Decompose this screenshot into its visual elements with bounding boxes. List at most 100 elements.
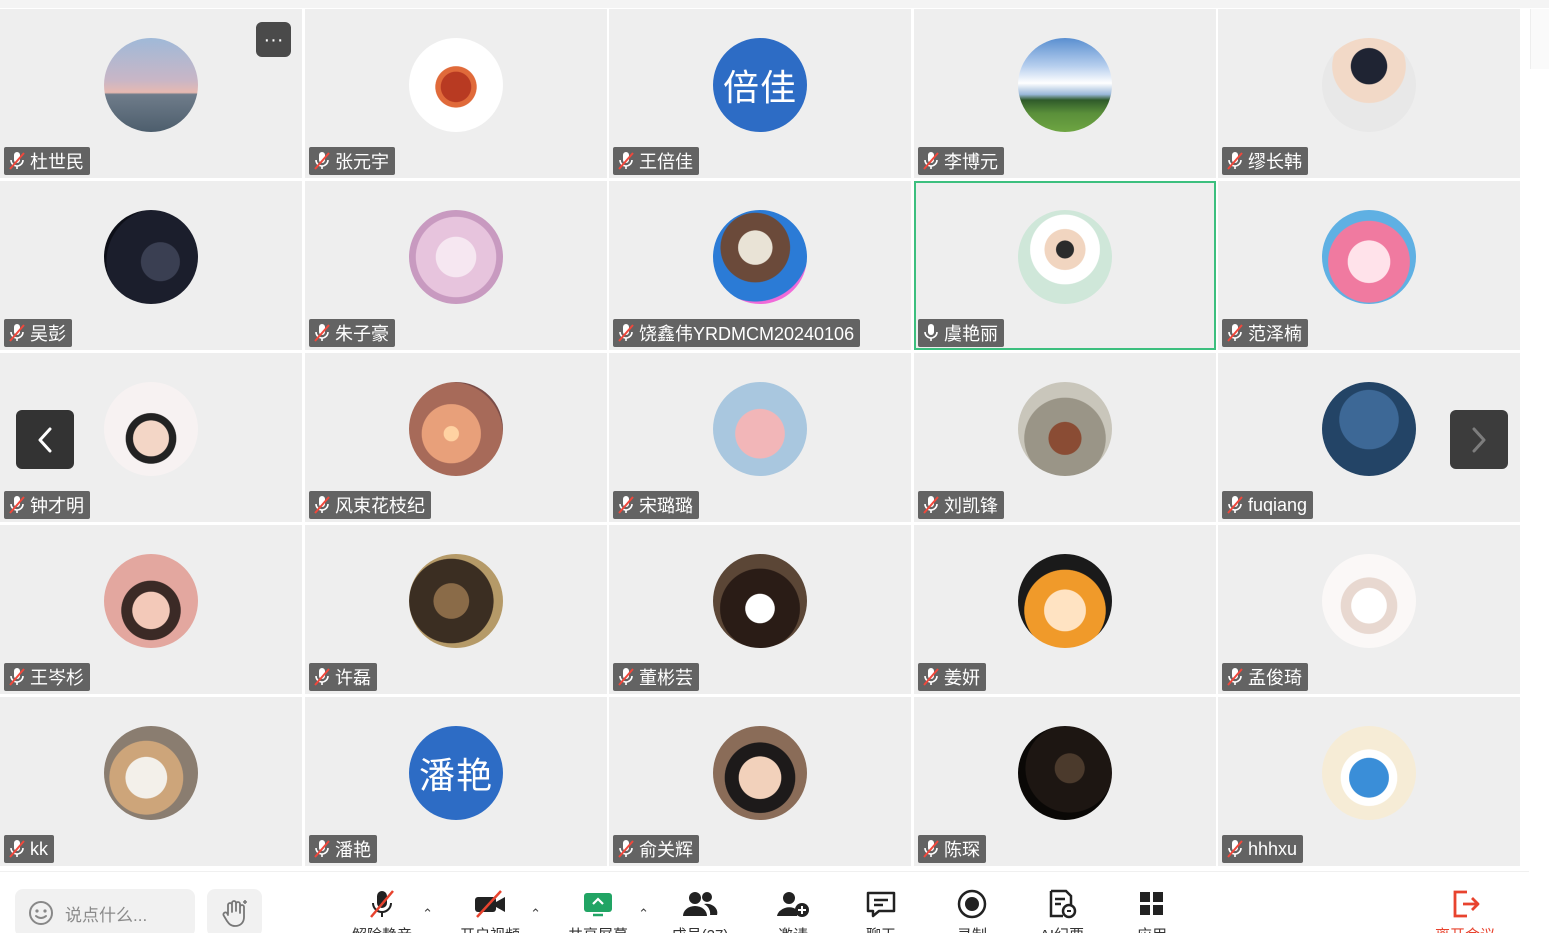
avatar (713, 554, 807, 648)
participant-tile[interactable]: 俞关辉 (609, 697, 911, 866)
participant-tile[interactable]: hhhxu (1218, 697, 1520, 866)
avatar (1018, 38, 1112, 132)
emoji-icon (29, 901, 53, 925)
video-options-caret[interactable]: ⌃ (530, 906, 541, 922)
unmute-button[interactable]: 解除静音 ⌃ (337, 886, 433, 933)
participant-name-tag: 钟才明 (4, 491, 90, 519)
participant-tile[interactable]: 虞艳丽 (914, 181, 1216, 350)
participant-tile[interactable]: 张元宇 (305, 9, 607, 178)
apps-grid-icon (1140, 892, 1163, 915)
unmute-options-caret[interactable]: ⌃ (422, 906, 433, 922)
participant-name-tag: 姜妍 (918, 663, 986, 691)
avatar (1322, 382, 1416, 476)
avatar (409, 38, 503, 132)
avatar (104, 38, 198, 132)
avatar (1322, 210, 1416, 304)
avatar (409, 554, 503, 648)
mic-muted-icon (1227, 668, 1243, 686)
participant-name: 刘凯锋 (944, 496, 998, 516)
participant-name: 董彬芸 (639, 668, 693, 688)
participant-tile[interactable]: 缪长韩 (1218, 9, 1520, 178)
participant-tile[interactable]: 李博元 (914, 9, 1216, 178)
members-icon (683, 892, 718, 916)
mic-muted-icon (9, 152, 25, 170)
avatar (409, 382, 503, 476)
avatar-initials: 潘艳 (418, 755, 493, 796)
participant-tile[interactable]: 董彬芸 (609, 525, 911, 694)
participant-name: 姜妍 (944, 668, 980, 688)
participant-name: fuqiang (1248, 494, 1308, 515)
participant-tile[interactable]: 许磊 (305, 525, 607, 694)
share-screen-button[interactable]: 共享屏幕 ⌃ (553, 886, 649, 933)
participant-name-tag: 李博元 (918, 147, 1004, 175)
chat-icon (866, 891, 896, 918)
exit-icon (1453, 890, 1480, 918)
participant-tile[interactable]: 倍佳王倍佳 (609, 9, 911, 178)
participant-tile[interactable]: 孟俊琦 (1218, 525, 1520, 694)
more-options-button[interactable]: ··· (256, 22, 291, 57)
participant-name: 俞关辉 (639, 840, 693, 860)
participant-tile[interactable]: 陈琛 (914, 697, 1216, 866)
mic-muted-icon (1227, 324, 1243, 342)
members-button[interactable]: 成员(27) (655, 886, 745, 933)
previous-page-button[interactable] (16, 410, 74, 469)
raise-hand-button[interactable] (207, 889, 262, 933)
mic-muted-icon (923, 152, 939, 170)
raise-hand-icon (222, 900, 247, 927)
participant-tile[interactable]: 朱子豪 (305, 181, 607, 350)
participant-tile[interactable]: 吴彭 (0, 181, 302, 350)
next-page-button[interactable] (1450, 410, 1508, 469)
participant-tile[interactable]: 饶鑫伟YRDMCM20240106 (609, 181, 911, 350)
participant-tile[interactable]: 潘艳 潘艳 (305, 697, 607, 866)
side-panel-edge (1530, 9, 1549, 69)
mic-muted-icon (1227, 496, 1243, 514)
participant-name-tag: 杜世民 (4, 147, 90, 175)
chat-button[interactable]: 聊天 (836, 886, 926, 933)
avatar (409, 210, 503, 304)
mic-icon (924, 324, 938, 341)
participant-tile[interactable]: 风束花枝纪 (305, 353, 607, 522)
mic-muted-icon (923, 496, 939, 514)
participant-name-tag: 董彬芸 (613, 663, 699, 691)
participant-name: 李博元 (944, 152, 998, 172)
mic-muted-icon (618, 324, 634, 342)
mic-muted-icon (314, 152, 330, 170)
mic-muted-icon (314, 496, 330, 514)
chat-placeholder: 说点什么... (65, 905, 148, 925)
participant-tile[interactable]: 姜妍 (914, 525, 1216, 694)
participant-name-tag: 孟俊琦 (1222, 663, 1308, 691)
participant-name: kk (30, 838, 48, 859)
participant-name-tag: 范泽楠 (1222, 319, 1308, 347)
avatar (1018, 382, 1112, 476)
participant-name: 吴彭 (30, 324, 66, 344)
participant-name-tag: kk (4, 835, 54, 863)
video-off-icon (475, 890, 505, 918)
participant-name-tag: 王倍佳 (613, 147, 699, 175)
start-video-button[interactable]: 开启视频 ⌃ (445, 886, 541, 933)
mic-muted-icon (618, 496, 634, 514)
avatar-initials: 倍佳 (722, 67, 797, 108)
participant-name-tag: 缪长韩 (1222, 147, 1308, 175)
participant-name-tag: 宋璐璐 (613, 491, 699, 519)
apps-button[interactable]: 应用 (1107, 886, 1197, 933)
participant-tile[interactable]: 范泽楠 (1218, 181, 1520, 350)
participant-tile[interactable]: 刘凯锋 (914, 353, 1216, 522)
participant-name-tag: 吴彭 (4, 319, 72, 347)
avatar (104, 554, 198, 648)
avatar (104, 210, 198, 304)
participant-name: 钟才明 (30, 496, 84, 516)
share-options-caret[interactable]: ⌃ (638, 906, 649, 922)
mic-muted-icon (1227, 152, 1243, 170)
participant-tile[interactable]: 宋璐璐 (609, 353, 911, 522)
ai-minutes-button[interactable]: AI纪要 (1017, 886, 1107, 933)
record-button[interactable]: 录制 (927, 886, 1017, 933)
participant-name-tag: 张元宇 (309, 147, 395, 175)
chat-input[interactable]: 说点什么... (15, 889, 195, 933)
leave-meeting-button[interactable]: 离开会议 (1420, 886, 1510, 933)
participant-name-tag: hhhxu (1222, 835, 1304, 863)
participant-tile[interactable]: kk (0, 697, 302, 866)
participant-tile[interactable]: 王岑杉 (0, 525, 302, 694)
invite-button[interactable]: 邀请 (748, 886, 838, 933)
participant-name-tag: 刘凯锋 (918, 491, 1004, 519)
participant-name-tag: 饶鑫伟YRDMCM20240106 (613, 319, 861, 347)
